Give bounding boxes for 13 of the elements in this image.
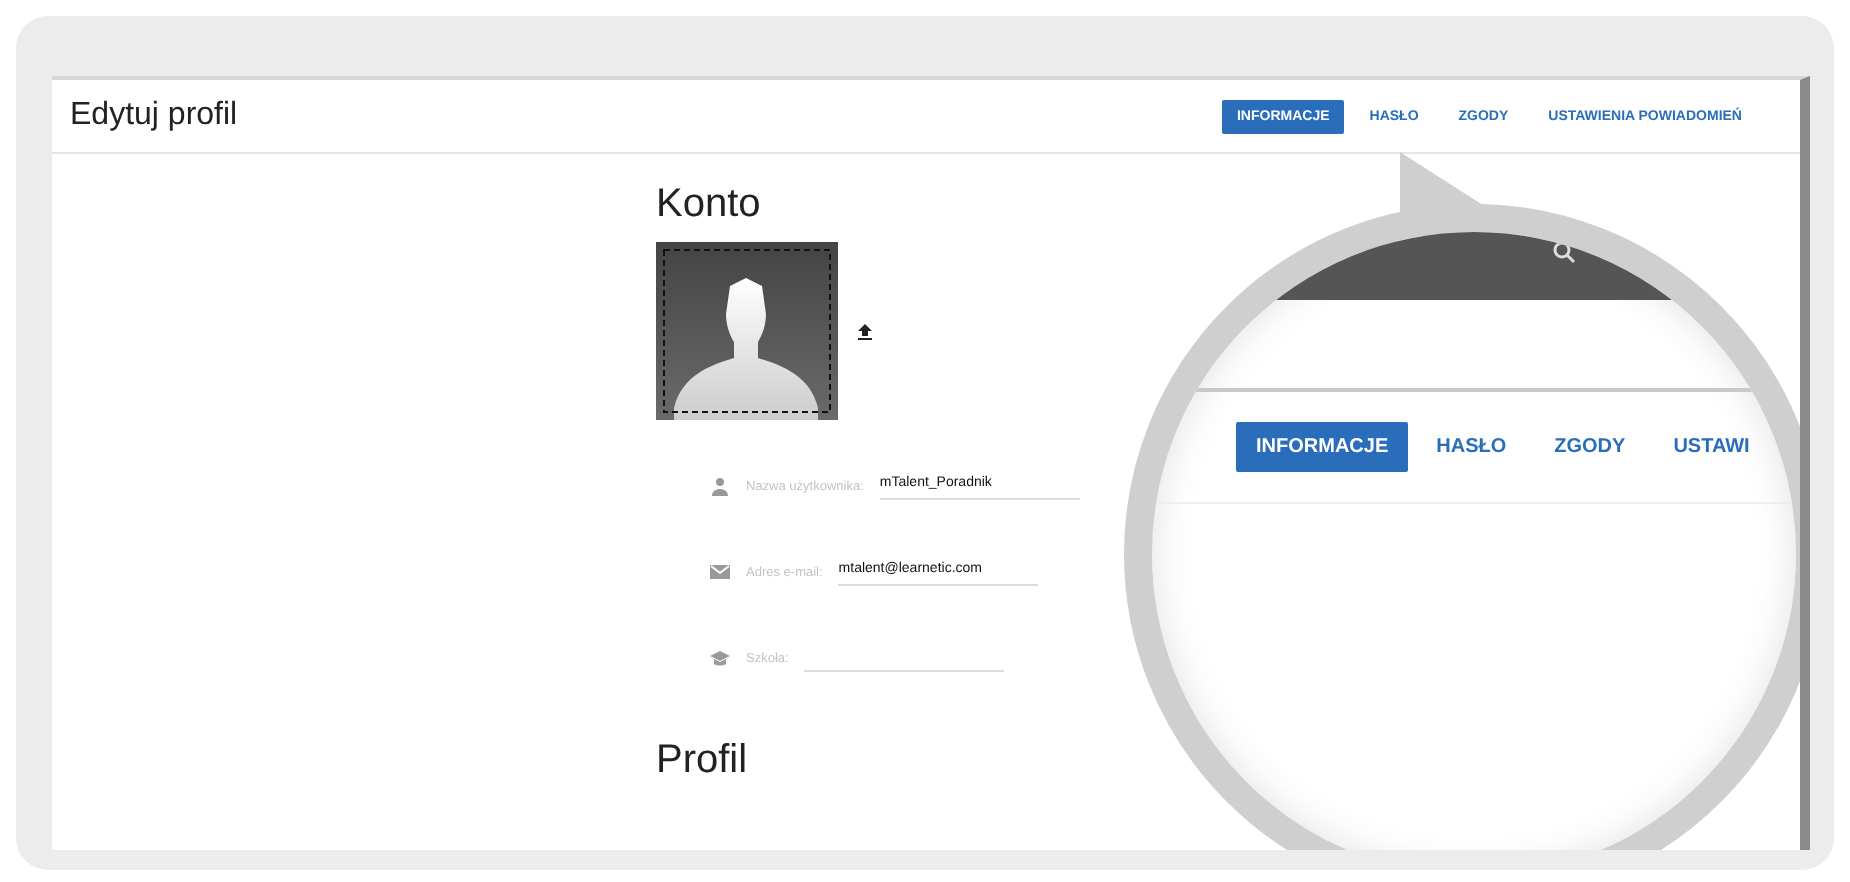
school-icon: [710, 648, 730, 668]
page-title: Edytuj profil: [70, 98, 240, 134]
tab[interactable]: HASŁO: [1416, 422, 1527, 472]
tab[interactable]: INFORMACJE: [1236, 422, 1409, 472]
search-icon: [1552, 240, 1576, 264]
section-heading: Konto: [656, 182, 761, 228]
mail-icon: [710, 562, 730, 582]
user-icon: [710, 476, 730, 496]
avatar-icon: [656, 242, 838, 420]
upload-icon[interactable]: [858, 323, 872, 339]
tab[interactable]: USTAWI: [1653, 422, 1770, 472]
section-heading: Profil: [656, 738, 748, 784]
tab[interactable]: ZGODY: [1534, 422, 1646, 472]
